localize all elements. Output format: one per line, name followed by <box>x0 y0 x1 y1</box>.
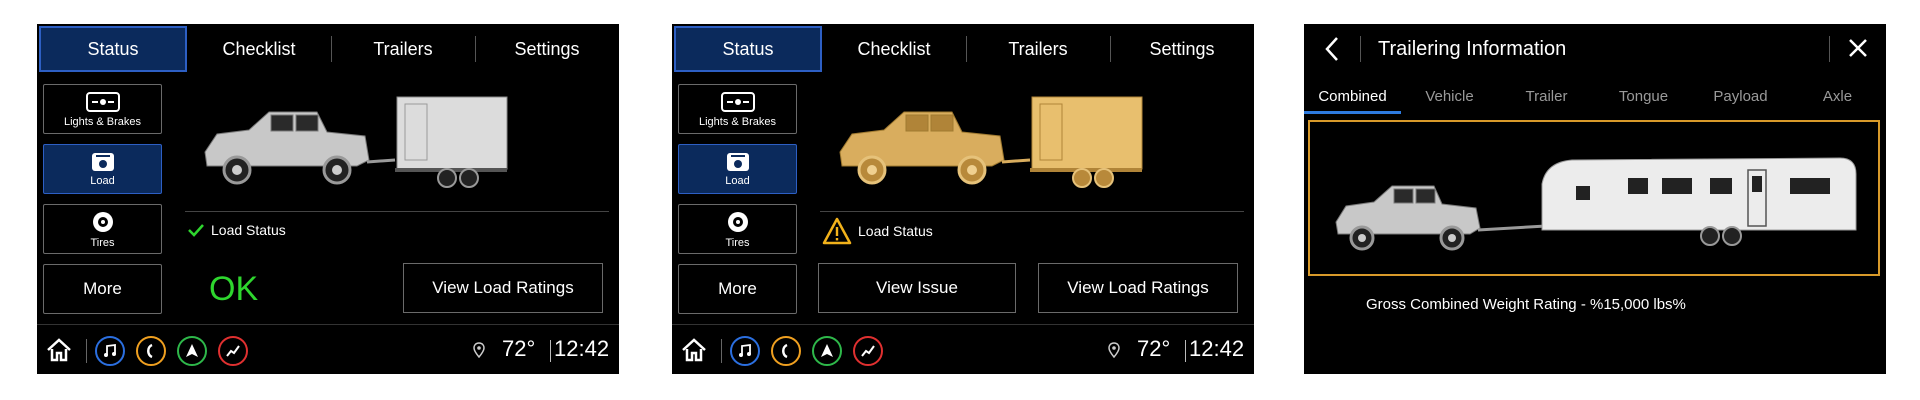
view-load-ratings-button[interactable]: View Load Ratings <box>403 263 603 313</box>
view-issue-label: View Issue <box>876 278 958 297</box>
load-status: Load Status <box>187 222 286 238</box>
section-divider <box>820 211 1244 212</box>
phone-icon[interactable] <box>136 336 166 366</box>
close-icon[interactable] <box>1847 37 1869 59</box>
tab-trailers[interactable]: Trailers <box>331 24 475 74</box>
clock: 12:42 <box>554 336 610 361</box>
header-separator <box>1829 36 1830 62</box>
tab-trailers[interactable]: Trailers <box>966 24 1110 74</box>
combined-illustration-frame <box>1308 120 1880 276</box>
tab-checklist[interactable]: Checklist <box>822 24 966 74</box>
ok-status-text: OK <box>209 270 259 308</box>
truck-camper-illustration <box>1335 157 1857 251</box>
header-bar: Trailering Information <box>1304 24 1886 74</box>
header-separator <box>1360 36 1361 62</box>
time-separator <box>1185 340 1186 362</box>
time-separator <box>550 340 551 362</box>
gcwr-text: Gross Combined Weight Rating - %15,000 l… <box>1366 296 1686 313</box>
apps-icon[interactable] <box>218 336 248 366</box>
lights-brakes-icon <box>85 91 120 112</box>
clock: 12:42 <box>1189 336 1245 361</box>
lights-brakes-label: Lights & Brakes <box>63 115 142 128</box>
lights-brakes-button[interactable]: Lights & Brakes <box>43 84 162 134</box>
bottom-separator <box>721 339 722 363</box>
page-title: Trailering Information <box>1378 38 1567 60</box>
trailering-status-screen-warning: Status Checklist Trailers Settings Light… <box>672 24 1254 374</box>
tab-payload[interactable]: Payload <box>1692 82 1789 114</box>
info-tab-bar: Combined Vehicle Trailer Tongue Payload … <box>1304 82 1886 114</box>
trailering-information-screen: Trailering Information Combined Vehicle … <box>1304 24 1886 374</box>
tab-tongue[interactable]: Tongue <box>1595 82 1692 114</box>
tires-label: Tires <box>725 236 750 249</box>
phone-icon[interactable] <box>771 336 801 366</box>
section-divider <box>185 211 609 212</box>
top-tab-bar: Status Checklist Trailers Settings <box>672 24 1254 74</box>
tab-settings[interactable]: Settings <box>475 24 619 74</box>
lights-brakes-label: Lights & Brakes <box>698 115 777 128</box>
lights-brakes-button[interactable]: Lights & Brakes <box>678 84 797 134</box>
trailering-status-screen-ok: Status Checklist Trailers Settings Light… <box>37 24 619 374</box>
load-button[interactable]: Load <box>43 144 162 194</box>
tires-button[interactable]: Tires <box>678 204 797 254</box>
tab-status[interactable]: Status <box>39 26 187 72</box>
load-label: Load <box>90 174 115 187</box>
tab-checklist[interactable]: Checklist <box>187 24 331 74</box>
apps-icon[interactable] <box>853 336 883 366</box>
music-icon[interactable] <box>95 336 125 366</box>
load-scale-icon <box>91 152 114 171</box>
tires-button[interactable]: Tires <box>43 204 162 254</box>
back-arrow-icon[interactable] <box>1324 36 1340 62</box>
view-load-ratings-label: View Load Ratings <box>1067 278 1209 297</box>
location-pin-icon <box>1108 342 1120 358</box>
lights-brakes-icon <box>720 91 755 112</box>
navigation-icon[interactable] <box>812 336 842 366</box>
tire-icon <box>92 211 113 232</box>
more-label: More <box>718 279 757 298</box>
navigation-icon[interactable] <box>177 336 207 366</box>
load-label: Load <box>725 174 750 187</box>
tab-status[interactable]: Status <box>674 26 822 72</box>
load-button[interactable]: Load <box>678 144 797 194</box>
music-icon[interactable] <box>730 336 760 366</box>
home-icon[interactable] <box>680 337 708 363</box>
truck-trailer-illustration <box>177 82 607 212</box>
tab-combined[interactable]: Combined <box>1304 82 1401 114</box>
truck-trailer-illustration <box>812 82 1242 212</box>
warning-icon <box>822 217 852 245</box>
temperature: 72° <box>502 336 536 361</box>
more-button[interactable]: More <box>43 264 162 314</box>
home-icon[interactable] <box>45 337 73 363</box>
temperature: 72° <box>1137 336 1171 361</box>
tab-axle[interactable]: Axle <box>1789 82 1886 114</box>
view-load-ratings-label: View Load Ratings <box>432 278 574 297</box>
bottom-bar: 72° 12:42 <box>37 324 619 374</box>
tab-trailer[interactable]: Trailer <box>1498 82 1595 114</box>
tires-label: Tires <box>90 236 115 249</box>
view-issue-button[interactable]: View Issue <box>818 263 1016 313</box>
more-button[interactable]: More <box>678 264 797 314</box>
load-status: Load Status <box>822 217 933 245</box>
tire-icon <box>727 211 748 232</box>
checkmark-icon <box>188 224 204 237</box>
tab-vehicle[interactable]: Vehicle <box>1401 82 1498 114</box>
view-load-ratings-button[interactable]: View Load Ratings <box>1038 263 1238 313</box>
tab-settings[interactable]: Settings <box>1110 24 1254 74</box>
bottom-bar: 72° 12:42 <box>672 324 1254 374</box>
load-status-label: Load Status <box>858 223 933 239</box>
bottom-separator <box>86 339 87 363</box>
load-status-label: Load Status <box>211 222 286 238</box>
location-pin-icon <box>473 342 485 358</box>
load-scale-icon <box>726 152 749 171</box>
top-tab-bar: Status Checklist Trailers Settings <box>37 24 619 74</box>
more-label: More <box>83 279 122 298</box>
